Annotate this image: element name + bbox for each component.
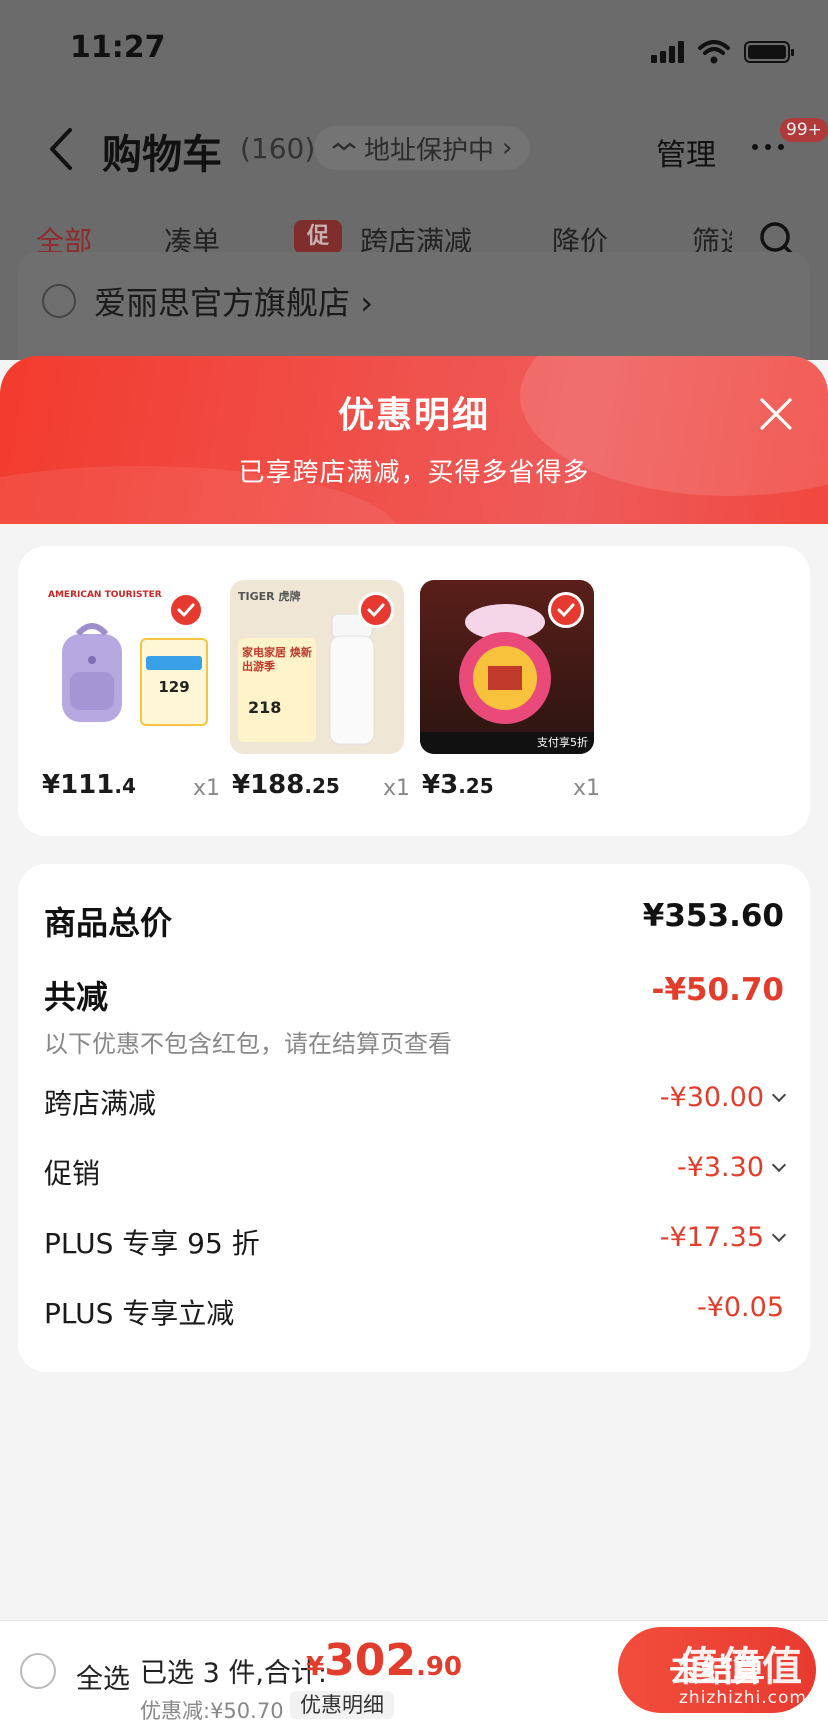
product-item[interactable]: 支付享5折 ¥3.25 x1 [420,580,600,801]
discount-item-row[interactable]: 跨店满减 -¥30.00 [44,1082,787,1122]
manage-button[interactable]: 管理 [656,130,716,174]
discount-item-label: 促销 [44,1157,101,1190]
discount-item-value: -¥30.00 [660,1082,787,1113]
products-card: AMERICAN TOURISTER 129 ¥111.4 x1 TIGER 虎… [18,546,810,836]
watermark-url: zhizhizhi.com [679,1688,807,1708]
selected-check-icon [168,592,204,628]
chevron-down-icon [771,1087,787,1103]
discount-item-row[interactable]: 促销 -¥3.30 [44,1152,787,1192]
store-row: 爱丽思官方旗舰店 › [18,252,810,360]
handshake-icon [332,142,356,151]
chevron-down-icon [771,1157,787,1173]
price-summary-card: 商品总价 ¥353.60 共减 -¥50.70 以下优惠不包含红包，请在结算页查… [18,864,810,1372]
product-quantity: x1 [572,776,600,801]
status-time: 11:27 [70,30,166,65]
address-protection-pill[interactable]: 地址保护中 › [314,126,531,170]
discount-note-row: 以下优惠不包含红包，请在结算页查看 [44,1024,784,1058]
product-quantity: x1 [382,776,410,801]
product-price: ¥3.25 [422,770,494,800]
discount-item-value: -¥3.30 [677,1152,787,1183]
product-item[interactable]: AMERICAN TOURISTER 129 ¥111.4 x1 [40,580,220,801]
total-price: ¥302.90 [306,1635,463,1686]
discount-item-row: PLUS 专享立减 -¥0.05 [44,1292,784,1332]
promo-strip: 支付享5折 [420,732,594,754]
price-tag-graphic: 家电家居 焕新出游季 218 [238,638,316,742]
product-price: ¥188.25 [232,770,340,800]
more-icon[interactable] [752,144,784,150]
address-protection-label: 地址保护中 [364,135,495,166]
selected-check-icon [358,592,394,628]
total-discount-row: 共减 -¥50.70 [44,972,784,1016]
backpack-image [62,623,122,722]
goods-total-label: 商品总价 [44,904,173,942]
product-item[interactable]: TIGER 虎牌 家电家居 焕新出游季 218 ¥188.25 x1 [230,580,410,801]
promo-tag: 促 [294,220,342,254]
selected-check-icon [548,592,584,628]
discount-item-label: PLUS 专享立减 [44,1297,235,1330]
discount-item-label: PLUS 专享 95 折 [44,1227,260,1260]
watermark-logo: 值值值 [678,1644,804,1690]
goods-total-row: 商品总价 ¥353.60 [44,898,784,942]
discount-item-row[interactable]: PLUS 专享 95 折 -¥17.35 [44,1222,787,1262]
discount-amount-text: 优惠减:¥50.70 [140,1699,284,1720]
store-checkbox[interactable] [42,284,76,318]
lantern-image [459,604,551,724]
discount-item-value: -¥17.35 [660,1222,787,1253]
close-icon[interactable] [756,394,796,434]
discount-modal-body: AMERICAN TOURISTER 129 ¥111.4 x1 TIGER 虎… [0,524,828,1620]
brand-logo: AMERICAN TOURISTER [48,590,162,600]
modal-title: 优惠明细 [337,395,490,436]
discount-note: 以下优惠不包含红包，请在结算页查看 [44,1030,452,1058]
battery-icon [744,41,794,63]
product-image: AMERICAN TOURISTER 129 [40,580,214,754]
store-name[interactable]: 爱丽思官方旗舰店 › [94,278,373,324]
status-icons [651,40,794,64]
thermos-image [329,613,375,745]
chevron-right-icon: › [502,133,513,163]
discount-item-label: 跨店满减 [44,1087,157,1120]
select-all-label[interactable]: 全选 [76,1657,130,1696]
page-title: 购物车 [102,132,222,178]
brand-logo: TIGER 虎牌 [238,590,301,603]
product-image: 支付享5折 [420,580,594,754]
price-tag-graphic: 129 [140,638,208,726]
product-quantity: x1 [192,776,220,801]
back-icon[interactable] [42,124,82,174]
cart-count: (160) [240,132,316,165]
goods-total-value: ¥353.60 [642,898,784,934]
cart-header: 购物车 (160) 地址保护中 › 管理 99+ 全部 凑单 促 跨店满减 降价… [0,100,828,360]
discount-modal-header: 优惠明细 已享跨店满减，买得多省得多 [0,356,828,524]
status-bar: 11:27 [0,0,828,100]
discount-item-value: -¥0.05 [696,1292,784,1323]
wifi-icon [698,40,730,64]
select-all-checkbox[interactable] [20,1653,56,1689]
selected-count-text: 已选 3 件,合计: [140,1658,328,1689]
discount-detail-button[interactable]: 优惠明细 [290,1691,394,1719]
signal-icon [651,41,684,63]
total-discount-value: -¥50.70 [651,972,785,1008]
chevron-down-icon [771,1227,787,1243]
message-badge: 99+ [778,116,828,144]
product-price: ¥111.4 [42,770,136,800]
total-discount-label: 共减 [44,978,109,1016]
modal-subtitle: 已享跨店满减，买得多省得多 [238,458,590,488]
product-image: TIGER 虎牌 家电家居 焕新出游季 218 [230,580,404,754]
